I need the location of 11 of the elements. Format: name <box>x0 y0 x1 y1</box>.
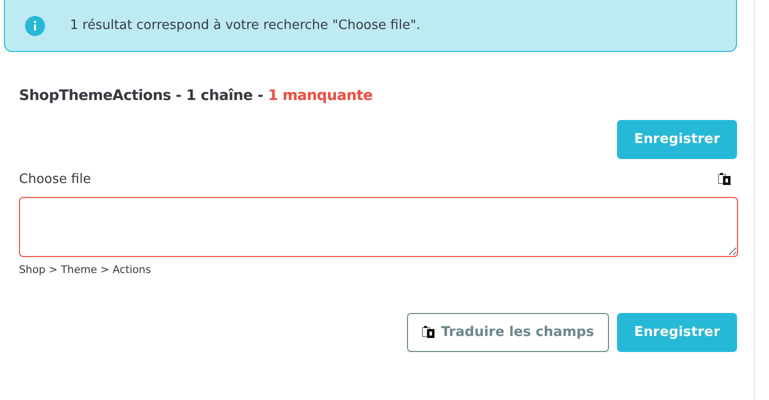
translate-fields-button[interactable]: Traduire les champs <box>407 312 610 352</box>
translate-icon[interactable] <box>718 173 731 186</box>
save-button[interactable]: Enregistrer <box>617 120 737 159</box>
text-area[interactable] <box>19 196 738 257</box>
translate-icon <box>422 326 436 338</box>
info-icon <box>25 16 45 36</box>
alert-message: 1 résultat correspond à votre recherche "Choose file". <box>70 16 420 35</box>
field-label: Choose file <box>19 171 91 189</box>
save-button[interactable]: Enregistrer <box>617 312 737 352</box>
section-title: ShopThemeActions - 1 chaîne - 1 manquante <box>19 87 374 106</box>
breadcrumb-path: Shop > Theme > Actions <box>19 262 152 278</box>
